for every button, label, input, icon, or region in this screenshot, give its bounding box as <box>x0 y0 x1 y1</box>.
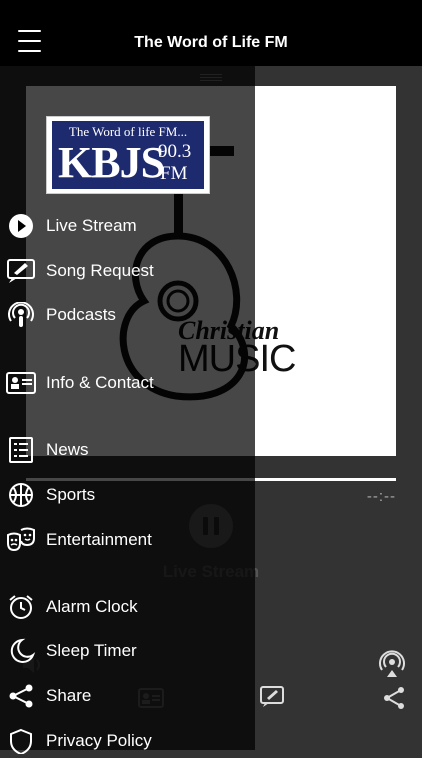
menu-item-sports[interactable]: Sports <box>0 478 255 512</box>
song-request-icon[interactable] <box>260 686 284 708</box>
menu-item-podcasts[interactable]: Podcasts <box>0 298 255 332</box>
menu-item-sleep-timer[interactable]: Sleep Timer <box>0 634 255 668</box>
menu-item-label: Share <box>46 686 92 705</box>
menu-item-news[interactable]: News <box>0 433 255 467</box>
menu-item-label: News <box>46 440 89 459</box>
share-icon <box>9 684 33 708</box>
play-circle-icon <box>9 214 33 238</box>
podcast-icon <box>8 302 34 327</box>
menu-item-label: Song Request <box>46 261 154 280</box>
menu-item-label: Privacy Policy <box>46 731 152 750</box>
menu-item-label: Live Stream <box>46 216 137 235</box>
menu-item-label: Info & Contact <box>46 373 154 392</box>
top-bar: The Word of Life FM <box>0 0 422 66</box>
menu-item-live-stream[interactable]: Live Stream <box>0 209 255 243</box>
menu-item-info-contact[interactable]: Info & Contact <box>0 366 255 400</box>
theater-masks-icon <box>7 527 35 552</box>
logo-call-sign: KBJS <box>58 138 165 187</box>
menu-item-entertainment[interactable]: Entertainment <box>0 523 255 557</box>
basketball-icon <box>9 483 33 507</box>
menu-item-label: Sports <box>46 485 96 504</box>
menu-item-label: Podcasts <box>46 305 116 324</box>
menu-item-label: Entertainment <box>46 530 152 549</box>
station-logo: The Word of life FM... KBJS 90.3 FM <box>46 116 210 194</box>
menu-item-share[interactable]: Share <box>0 679 255 713</box>
menu-item-song-request[interactable]: Song Request <box>0 254 255 288</box>
shield-icon <box>10 728 32 754</box>
navigation-drawer: The Word of life FM... KBJS 90.3 FM Live… <box>0 66 255 754</box>
edit-message-icon <box>7 259 35 283</box>
alarm-clock-icon <box>9 595 33 619</box>
menu-item-alarm-clock[interactable]: Alarm Clock <box>0 590 255 624</box>
logo-band: FM <box>160 163 188 184</box>
logo-frequency: 90.3 <box>158 141 192 162</box>
moon-icon <box>10 638 36 663</box>
menu-item-label: Alarm Clock <box>46 597 138 616</box>
news-list-icon <box>9 437 33 463</box>
page-title: The Word of Life FM <box>134 34 288 51</box>
contact-card-icon <box>6 372 36 394</box>
time-display: --:-- <box>366 488 396 505</box>
airplay-icon[interactable] <box>378 650 406 678</box>
share-icon[interactable] <box>382 686 406 710</box>
menu-item-privacy-policy[interactable]: Privacy Policy <box>0 724 255 758</box>
menu-item-label: Sleep Timer <box>46 641 137 660</box>
